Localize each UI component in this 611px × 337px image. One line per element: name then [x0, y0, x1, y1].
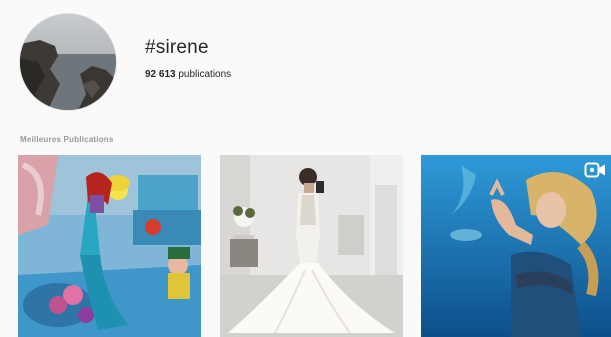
post-count-label: publications	[175, 69, 232, 80]
post-thumbnail-2[interactable]	[220, 155, 403, 337]
post-thumbnail-3[interactable]	[421, 155, 611, 337]
video-camera-icon	[584, 162, 605, 178]
top-posts-heading: Meilleures Publications	[20, 135, 114, 144]
post-count-number: 92 613	[145, 69, 176, 80]
post-thumbnail-1[interactable]	[18, 155, 201, 337]
parade-mermaid-photo	[18, 155, 201, 337]
coastline-photo	[20, 14, 116, 110]
hashtag-title: #sirene	[145, 37, 209, 58]
post-count: 92 613 publications	[145, 69, 231, 80]
hashtag-header: #sirene 92 613 publications	[145, 36, 231, 80]
underwater-mermaid-photo	[421, 155, 611, 337]
hashtag-avatar[interactable]	[19, 13, 117, 111]
wedding-gown-photo	[220, 155, 403, 337]
